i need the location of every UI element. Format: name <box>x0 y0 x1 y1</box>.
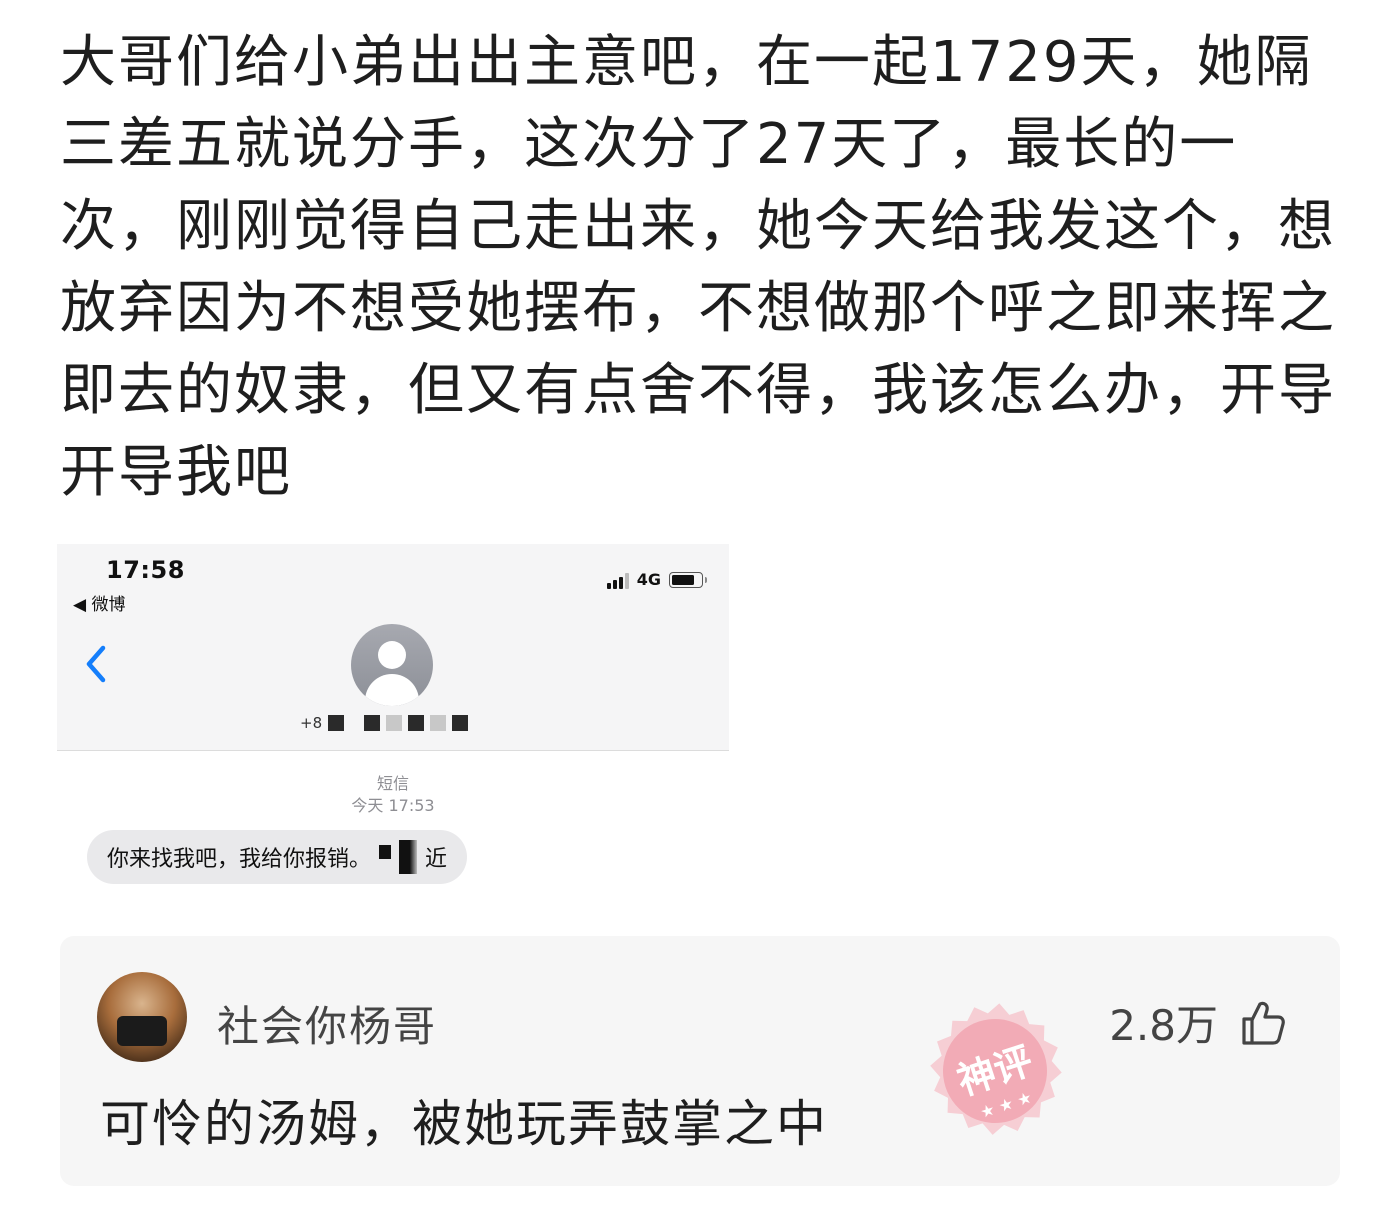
like-control[interactable]: 2.8万 <box>1109 992 1288 1053</box>
embedded-screenshot: 17:58 ◀ 微博 4G +8 短信 今天 17:53 你来找我吧，我给你报销… <box>57 544 729 902</box>
signal-icon <box>606 571 629 589</box>
commenter-name[interactable]: 社会你杨哥 <box>217 993 437 1054</box>
contact-avatar[interactable] <box>351 624 433 706</box>
redaction-block <box>399 840 418 874</box>
commenter-avatar[interactable] <box>97 972 187 1062</box>
redaction-block <box>328 715 345 731</box>
contact-number[interactable]: +8 <box>300 714 469 732</box>
message-timestamp: 今天 17:53 <box>351 796 435 815</box>
featured-comment-stamp-icon: 神评 ★ ★ ★ <box>930 1003 1062 1135</box>
redaction-block <box>364 715 381 731</box>
redaction-block <box>386 715 403 731</box>
back-to-app-link[interactable]: ◀ 微博 <box>73 590 125 615</box>
status-time: 17:58 <box>106 556 185 584</box>
back-chevron-icon[interactable] <box>81 642 111 686</box>
message-type-label: 短信 <box>376 774 409 793</box>
battery-icon <box>669 571 707 588</box>
message-bubble[interactable]: 你来找我吧，我给你报销。 近 <box>87 830 468 884</box>
redaction-block <box>452 715 469 731</box>
comment-text: 可怜的汤姆，被她玩弄鼓掌之中 <box>100 1095 828 1153</box>
redaction-block <box>408 715 425 731</box>
message-suffix: 近 <box>425 847 448 872</box>
redaction-block <box>430 715 447 731</box>
network-type: 4G <box>636 570 661 589</box>
thumbs-up-icon[interactable] <box>1238 998 1288 1048</box>
top-comment-card: 社会你杨哥 神评 ★ ★ ★ 2.8万 可怜的汤姆，被她玩弄鼓掌之中 <box>60 936 1340 1186</box>
redaction-block <box>379 845 392 859</box>
message-text: 你来找我吧，我给你报销。 <box>107 847 372 872</box>
post-text: 大哥们给小弟出出主意吧，在一起1729天，她隔三差五就说分手，这次分了27天了，… <box>60 30 1336 505</box>
contact-prefix: +8 <box>300 714 323 732</box>
like-count: 2.8万 <box>1109 1001 1218 1050</box>
message-header: 17:58 ◀ 微博 4G +8 <box>57 544 729 751</box>
status-indicators: 4G <box>606 570 707 589</box>
